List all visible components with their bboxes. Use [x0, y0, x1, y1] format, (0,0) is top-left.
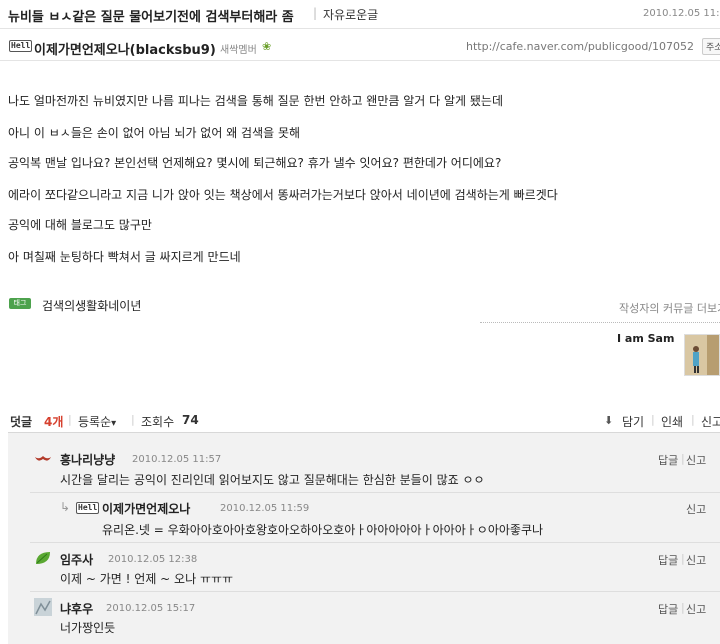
body-line: 나도 얼마전까진 뉴비였지만 나름 피나는 검색을 통해 질문 한번 안하고 왠…: [8, 94, 504, 108]
author-name[interactable]: 이제가면언제오나(blacksbu9): [34, 39, 216, 58]
report-comment-button[interactable]: 신고: [686, 601, 706, 617]
body-line: 공익에 대해 블로그도 많구만: [8, 218, 152, 232]
hell-badge-icon: Hell: [76, 502, 100, 514]
body-line: 에라이 쪼다같으니라고 지금 니가 앉아 잇는 책상에서 똥싸러가는거보다 앉아…: [8, 188, 558, 202]
download-icon: ⬇: [604, 414, 614, 427]
reply-button[interactable]: 답글: [658, 601, 678, 617]
comment-text: 이제 ~ 가면 ! 언제 ~ 오나 ㅠㅠㅠ: [60, 572, 234, 586]
separator: |: [681, 601, 685, 614]
separator: |: [651, 413, 655, 426]
report-comment-button[interactable]: 신고: [686, 552, 706, 568]
comment-divider: [30, 492, 720, 493]
chevron-down-icon: ▾: [111, 418, 117, 429]
reply-button[interactable]: 답글: [658, 552, 678, 568]
sprout-icon: ❀: [262, 40, 272, 53]
board-link[interactable]: 자유로운글: [323, 6, 378, 23]
divider: [480, 322, 720, 323]
report-button[interactable]: 신고: [701, 413, 720, 430]
comment-date: 2010.12.05 15:17: [106, 603, 196, 614]
post-url[interactable]: http://cafe.naver.com/publicgood/107052: [466, 40, 694, 53]
comment-count: 4개: [44, 415, 64, 429]
title-divider: [0, 28, 720, 29]
comment-text: 시간을 달리는 공익이 진리인데 읽어보지도 않고 질문해대는 한심한 분들이 …: [60, 473, 485, 487]
reply-button[interactable]: 답글: [658, 452, 678, 468]
tag-icon: 태그: [9, 298, 31, 309]
body-line: 아니 이 ㅂㅅ들은 손이 없어 아님 뇌가 없어 왜 검색을 못해: [8, 126, 301, 140]
hell-badge-icon: Hell: [9, 40, 33, 52]
comment-text: 유리온.넷 = 우화아아호아아호왕호아오하아오호아ㅏ아아아아아ㅏ아아아ㅏㅇ아아좋…: [102, 523, 544, 537]
signature-name: I am Sam: [617, 332, 675, 345]
print-button[interactable]: 인쇄: [661, 413, 683, 430]
separator: |: [681, 552, 685, 565]
avatar-icon: [34, 598, 52, 620]
post-title: 뉴비들 ㅂㅅ같은 질문 물어보기전에 검색부터해라 좀: [8, 10, 294, 25]
save-button[interactable]: 담기: [622, 413, 644, 430]
copy-address-button[interactable]: 주소복사: [702, 38, 720, 55]
separator: |: [681, 452, 685, 465]
comment-date: 2010.12.05 12:38: [108, 554, 198, 565]
more-posts-link[interactable]: 작성자의 커뮤글 더보기: [619, 300, 720, 316]
leaf-icon: [34, 550, 52, 570]
author-divider: [0, 60, 720, 61]
comment-date: 2010.12.05 11:57: [132, 454, 222, 465]
report-comment-button[interactable]: 신고: [686, 452, 706, 468]
title-separator: |: [313, 6, 318, 20]
commenter-name[interactable]: 이제가면언제오나: [102, 500, 190, 517]
sort-order-label: 등록순: [78, 415, 112, 429]
mustache-icon: [34, 450, 52, 469]
report-comment-button[interactable]: 신고: [686, 501, 706, 517]
separator: |: [131, 413, 135, 426]
reply-arrow-icon: ↳: [60, 500, 71, 514]
comments-label: 덧글: [10, 415, 33, 429]
sort-order-dropdown[interactable]: 등록순▾: [78, 413, 116, 430]
post-date: 2010.12.05 11:54: [643, 8, 720, 19]
commenter-name[interactable]: 임주사: [60, 551, 93, 568]
body-line: 공익복 맨날 입나요? 본인선택 언제해요? 몇시에 퇴근해요? 휴가 낼수 잇…: [8, 156, 502, 170]
commenter-name[interactable]: 냐후우: [60, 600, 93, 617]
comment-divider: [30, 542, 720, 543]
tag-link[interactable]: 검색의생활화네이년: [42, 297, 141, 314]
separator: |: [68, 413, 72, 426]
separator: |: [691, 413, 695, 426]
comment-divider: [30, 591, 720, 592]
comment-text: 너가짱인듯: [60, 621, 116, 635]
comment-date: 2010.12.05 11:59: [220, 503, 310, 514]
commenter-name[interactable]: 흥나리냥냥: [60, 451, 115, 468]
views-count: 74: [182, 413, 199, 427]
member-level: 새싹멤버: [220, 45, 257, 56]
signature-photo: [684, 334, 720, 376]
views-label: 조회수: [141, 415, 175, 429]
body-line: 아 며칠째 눈팅하다 빡쳐서 글 싸지르게 만드네: [8, 250, 241, 264]
